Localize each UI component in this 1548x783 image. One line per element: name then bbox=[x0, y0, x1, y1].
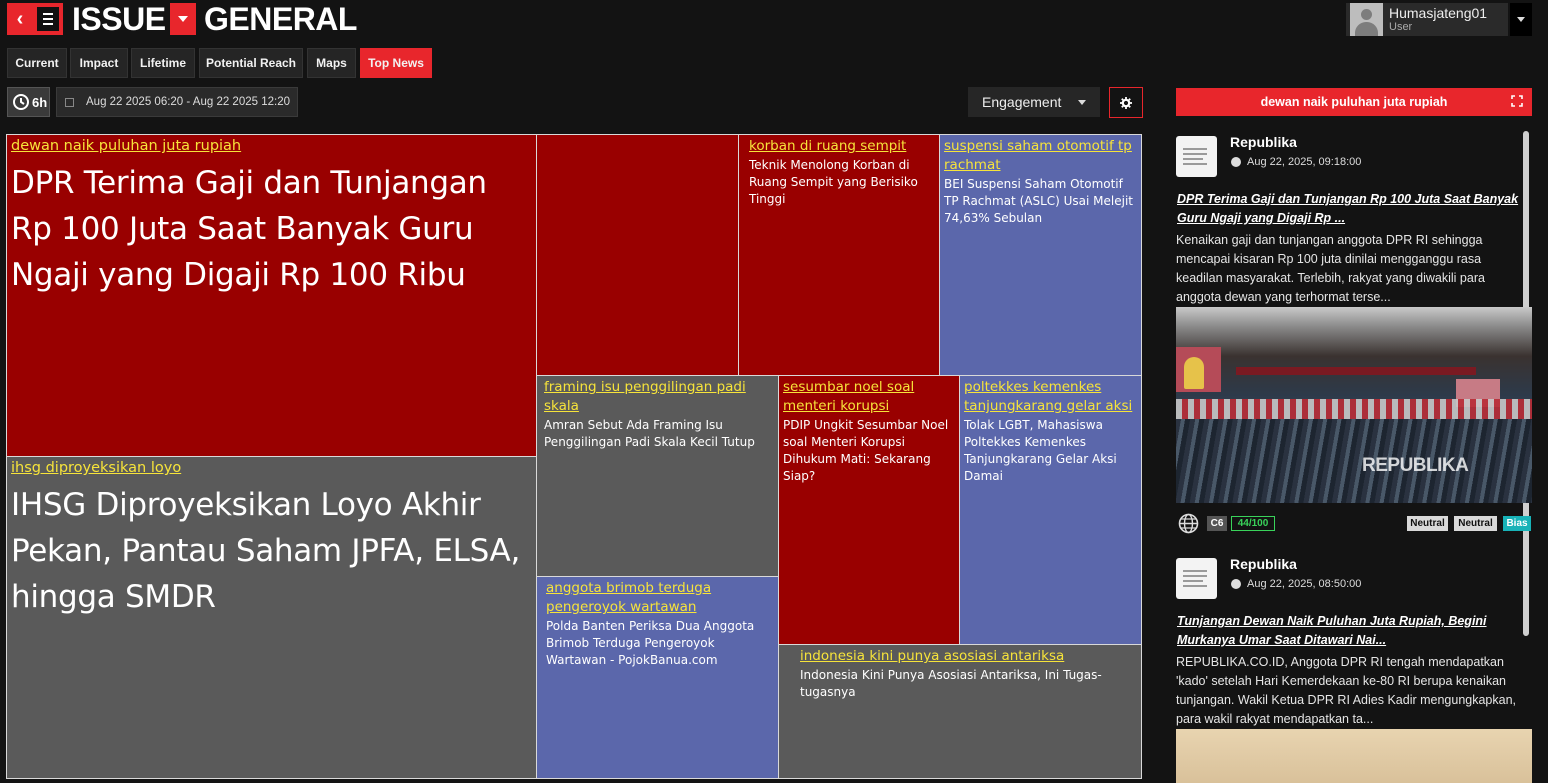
date-range-text: Aug 22 2025 06:20 - Aug 22 2025 12:20 bbox=[86, 96, 290, 108]
article-title-line: Tunjangan Dewan Naik Puluhan Juta Rupiah… bbox=[1177, 614, 1487, 628]
source-logo bbox=[1176, 558, 1217, 599]
article-title-line: DPR Terima Gaji dan Tunjangan Rp 100 Jut… bbox=[1177, 192, 1519, 206]
treemap-cell[interactable]: ihsg diproyeksikan loyo IHSG Diproyeksik… bbox=[6, 456, 537, 779]
user-role: User bbox=[1389, 21, 1413, 33]
treemap-cell[interactable]: indonesia kini punya asosiasi antariksa … bbox=[778, 644, 1142, 779]
calendar-icon bbox=[65, 97, 74, 107]
article-summary-line: mencapai kisaran Rp 100 juta dinilai men… bbox=[1176, 252, 1482, 266]
tab-impact[interactable]: Impact bbox=[70, 48, 128, 78]
source-logo bbox=[1176, 136, 1217, 177]
hamburger-icon bbox=[37, 7, 59, 31]
expand-icon[interactable] bbox=[1511, 95, 1523, 107]
article-time: Aug 22, 2025, 09:18:00 bbox=[1231, 156, 1361, 168]
article-summary: Kenaikan gaji dan tunjangan anggota DPR … bbox=[1176, 231, 1532, 307]
treemap-cell[interactable] bbox=[536, 134, 739, 376]
selected-topic-title: dewan naik puluhan juta rupiah bbox=[1260, 95, 1448, 109]
article-image: REPUBLIKA bbox=[1176, 307, 1532, 503]
article-summary-line: 'kado' setelah Hari Kemerdekaan ke-80 RI… bbox=[1176, 674, 1506, 688]
treemap-cell[interactable]: korban di ruang sempit Teknik Menolong K… bbox=[738, 134, 940, 376]
treemap-topic[interactable]: ihsg diproyeksikan loyo bbox=[11, 459, 532, 478]
article-title-line: Guru Ngaji yang Digaji Rp ... bbox=[1177, 211, 1346, 225]
chevron-left-icon: ‹ bbox=[16, 7, 24, 30]
sentiment-badge: Neutral bbox=[1454, 516, 1497, 531]
treemap-headline: PDIP Ungkit Sesumbar Noel soal Menteri K… bbox=[783, 418, 949, 483]
bias-badge: Bias bbox=[1503, 516, 1531, 531]
date-range-picker[interactable]: Aug 22 2025 06:20 - Aug 22 2025 12:20 bbox=[56, 87, 298, 117]
time-range-label: 6h bbox=[32, 94, 48, 110]
user-name: Humasjateng01 bbox=[1389, 5, 1488, 21]
article-title-line: Murkanya Umar Saat Ditawari Nai... bbox=[1177, 633, 1387, 647]
source-name: Republika bbox=[1230, 134, 1297, 150]
page-title-issue: ISSUE bbox=[72, 1, 166, 37]
selected-topic-bar: dewan naik puluhan juta rupiah bbox=[1176, 88, 1532, 116]
article-summary: REPUBLIKA.CO.ID, Anggota DPR RI tengah m… bbox=[1176, 653, 1532, 729]
treemap-headline: Indonesia Kini Punya Asosiasi Antariksa,… bbox=[800, 668, 1102, 699]
article-image bbox=[1176, 729, 1532, 783]
gear-icon bbox=[1120, 96, 1132, 109]
sort-select-value: Engagement bbox=[982, 94, 1062, 110]
menu-button[interactable] bbox=[33, 3, 63, 35]
clock-icon bbox=[1231, 579, 1241, 589]
treemap-headline: Tolak LGBT, Mahasiswa Poltekkes Kemenkes… bbox=[964, 418, 1117, 483]
article-summary-line: para wakil rakyat mendapatkan ta... bbox=[1176, 712, 1374, 726]
back-button[interactable]: ‹ bbox=[7, 3, 33, 35]
clock-icon bbox=[1231, 157, 1241, 167]
history-clock-icon bbox=[13, 94, 29, 110]
score-badge: 44/100 bbox=[1231, 516, 1275, 531]
treemap-cell[interactable]: poltekkes kemenkes tanjungkarang gelar a… bbox=[959, 375, 1142, 645]
treemap-cell[interactable]: framing isu penggilingan padi skala Amra… bbox=[536, 375, 779, 577]
image-watermark: REPUBLIKA bbox=[1362, 455, 1469, 476]
treemap-cell[interactable]: sesumbar noel soal menteri korupsi PDIP … bbox=[778, 375, 960, 645]
article-summary-line: keadilan masyarakat. Terlebih, rakyat ya… bbox=[1176, 271, 1485, 285]
treemap-headline: DPR Terima Gaji dan Tunjangan Rp 100 Jut… bbox=[11, 165, 487, 293]
issue-dropdown-button[interactable] bbox=[170, 3, 196, 35]
treemap-headline: IHSG Diproyeksikan Loyo Akhir Pekan, Pan… bbox=[11, 487, 520, 615]
treemap-topic[interactable]: suspensi saham otomotif tp rachmat bbox=[944, 137, 1137, 175]
tab-top-news[interactable]: Top News bbox=[360, 48, 432, 78]
user-dropdown-button[interactable] bbox=[1510, 3, 1532, 36]
treemap-topic[interactable]: korban di ruang sempit bbox=[749, 137, 935, 156]
settings-button[interactable] bbox=[1109, 87, 1143, 118]
treemap-topic[interactable]: indonesia kini punya asosiasi antariksa bbox=[800, 647, 1137, 666]
treemap-topic[interactable]: framing isu penggilingan padi skala bbox=[544, 378, 774, 416]
treemap-headline: Amran Sebut Ada Framing Isu Penggilingan… bbox=[544, 418, 755, 449]
tier-badge: C6 bbox=[1207, 516, 1227, 531]
caret-down-icon bbox=[178, 16, 188, 22]
globe-icon bbox=[1178, 513, 1199, 534]
treemap-topic[interactable]: dewan naik puluhan juta rupiah bbox=[11, 137, 532, 156]
article-time: Aug 22, 2025, 08:50:00 bbox=[1231, 578, 1361, 590]
treemap-headline: Polda Banten Periksa Dua Anggota Brimob … bbox=[546, 619, 755, 667]
source-name: Republika bbox=[1230, 556, 1297, 572]
tab-potential-reach[interactable]: Potential Reach bbox=[199, 48, 303, 78]
treemap-cell[interactable]: anggota brimob terduga pengeroyok wartaw… bbox=[536, 576, 779, 779]
avatar bbox=[1350, 3, 1383, 36]
caret-down-icon bbox=[1078, 100, 1086, 105]
treemap-topic[interactable]: poltekkes kemenkes tanjungkarang gelar a… bbox=[964, 378, 1137, 416]
treemap-cell[interactable]: dewan naik puluhan juta rupiah DPR Terim… bbox=[6, 134, 537, 457]
caret-down-icon bbox=[1517, 17, 1525, 22]
sentiment-badge: Neutral bbox=[1407, 516, 1448, 531]
article-summary-line: tunjangan. Wakil Ketua DPR RI Adies Kadi… bbox=[1176, 693, 1517, 707]
treemap-headline: BEI Suspensi Saham Otomotif TP Rachmat (… bbox=[944, 177, 1134, 225]
article-title-link[interactable]: Tunjangan Dewan Naik Puluhan Juta Rupiah… bbox=[1177, 612, 1531, 650]
treemap-headline: Teknik Menolong Korban di Ruang Sempit y… bbox=[749, 158, 918, 206]
article-summary-line: anggota dewan yang terhormat terse... bbox=[1176, 290, 1391, 304]
treemap-topic[interactable]: sesumbar noel soal menteri korupsi bbox=[783, 378, 955, 416]
article-title-link[interactable]: DPR Terima Gaji dan Tunjangan Rp 100 Jut… bbox=[1177, 190, 1531, 228]
treemap-topic[interactable]: anggota brimob terduga pengeroyok wartaw… bbox=[546, 579, 774, 617]
tab-maps[interactable]: Maps bbox=[307, 48, 356, 78]
tab-current[interactable]: Current bbox=[7, 48, 67, 78]
sort-select[interactable]: Engagement bbox=[968, 87, 1100, 117]
time-range-button[interactable]: 6h bbox=[7, 87, 50, 117]
article-summary-line: Kenaikan gaji dan tunjangan anggota DPR … bbox=[1176, 233, 1483, 247]
article-time-text: Aug 22, 2025, 08:50:00 bbox=[1247, 578, 1362, 590]
article-summary-line: REPUBLIKA.CO.ID, Anggota DPR RI tengah m… bbox=[1176, 655, 1504, 669]
tab-lifetime[interactable]: Lifetime bbox=[131, 48, 195, 78]
treemap-cell[interactable]: suspensi saham otomotif tp rachmat BEI S… bbox=[939, 134, 1142, 376]
page-title-category: GENERAL bbox=[204, 1, 357, 37]
article-time-text: Aug 22, 2025, 09:18:00 bbox=[1247, 156, 1362, 168]
